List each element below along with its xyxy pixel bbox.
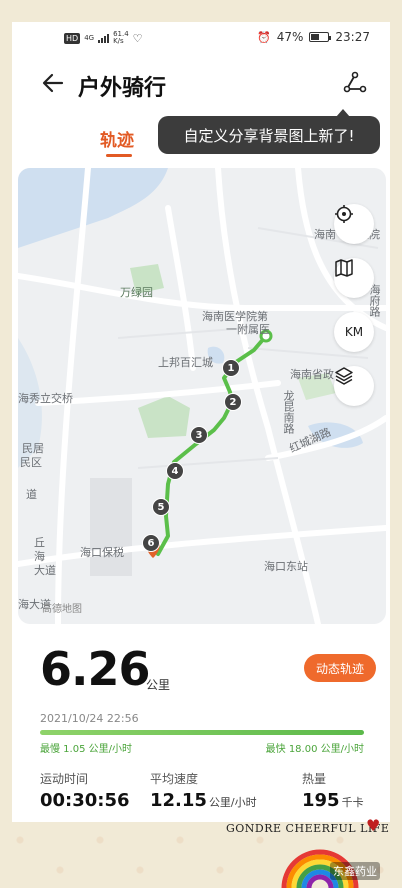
share-tooltip[interactable]: 自定义分享背景图上新了! (158, 109, 380, 154)
speed-gradient-bar (40, 730, 364, 735)
map-label-baoshui: 海口保税 (80, 546, 124, 559)
clock: 23:27 (335, 30, 370, 44)
map-icon (335, 259, 353, 277)
map-label-longkun: 龙昆南路 (282, 390, 295, 434)
km-marker-6: 6 (142, 534, 160, 552)
map-label-minqu: 民区 (20, 456, 42, 469)
km-marker-2: 2 (224, 393, 242, 411)
map-label-hospital-2: 一附属医 (226, 323, 270, 336)
alarm-icon: ⏰ (257, 30, 271, 44)
map-label-shangbang: 上邦百汇城 (158, 356, 213, 369)
km-marker-3: 3 (190, 426, 208, 444)
watermark: 东鑫药业 (330, 862, 380, 880)
avg-speed-value: 12.15 (150, 790, 207, 811)
calories-value: 195 (302, 790, 340, 811)
stat-value-duration: 00:30:56 (40, 790, 130, 811)
brand-slogan: GONDRE CHEERFUL LIFE (226, 822, 390, 835)
map-label-dao: 道 (26, 488, 37, 501)
app-header: 户外骑行 (12, 62, 390, 106)
status-left: HD 4G 61.4 K/s ♡ (64, 31, 143, 45)
km-marker-5: 5 (152, 498, 170, 516)
map-label-dadao: 大道 (34, 564, 56, 577)
stat-label-avg-speed: 平均速度 (150, 772, 199, 786)
stat-label-calories: 热量 (302, 772, 327, 786)
layers-icon (335, 367, 353, 385)
network-type: 4G (84, 33, 95, 42)
phone-screen: HD 4G 61.4 K/s ♡ ⏰ 47% 23:27 户外骑行 轨迹 自定义… (12, 22, 390, 822)
dynamic-track-button[interactable]: 动态轨迹 (304, 654, 376, 682)
map-label-east-station: 海口东站 (264, 560, 308, 573)
net-speed: 61.4 K/s (113, 30, 129, 45)
km-marker-4: 4 (166, 462, 184, 480)
total-distance: 6.26 (40, 642, 150, 696)
heart-decoration-icon: ♥ (366, 816, 381, 835)
share-icon[interactable] (342, 70, 368, 96)
layers-button[interactable] (334, 366, 374, 406)
hd-badge: HD (64, 32, 81, 44)
tab-indicator (106, 154, 132, 157)
stat-value-avg-speed: 12.15 公里/小时 (150, 790, 257, 811)
park-area (138, 396, 190, 438)
stat-value-calories: 195 千卡 (302, 790, 364, 811)
route-map[interactable]: 万绿园 海南医学院第 一附属医 上邦百汇城 海秀立交桥 民居 民区 道 丘 海 … (18, 168, 386, 624)
calories-unit: 千卡 (341, 796, 364, 809)
map-provider: 高德地图 (42, 604, 82, 615)
sea-area (18, 168, 168, 248)
stat-label-duration: 运动时间 (40, 772, 89, 786)
page-title: 户外骑行 (78, 76, 167, 101)
battery-icon (309, 32, 332, 42)
km-marker-1: 1 (222, 359, 240, 377)
duration-value: 00:30:56 (40, 790, 130, 811)
signal-icon (98, 33, 110, 43)
tab-track[interactable]: 轨迹 (100, 126, 134, 151)
fastest-speed: 最快 18.00 公里/小时 (265, 744, 364, 755)
map-label-wanlvyuan: 万绿园 (120, 286, 153, 299)
workout-datetime: 2021/10/24 22:56 (40, 712, 139, 725)
heart-icon: ♡ (132, 31, 143, 45)
back-arrow-icon[interactable] (40, 70, 66, 96)
distance-unit: 公里 (146, 678, 171, 692)
locate-button[interactable] (334, 204, 374, 244)
map-label-provincial-gov: 海南省政 (290, 368, 334, 381)
km-toggle-button[interactable]: KM (334, 312, 374, 352)
status-bar: HD 4G 61.4 K/s ♡ ⏰ 47% 23:27 (12, 22, 390, 54)
status-right: ⏰ 47% 23:27 (257, 30, 370, 44)
map-label-haixiu: 海秀立交桥 (18, 392, 73, 405)
district-block (90, 478, 132, 576)
battery-percent: 47% (276, 30, 304, 44)
map-label-hainan: 海南 (314, 228, 336, 241)
slowest-speed: 最慢 1.05 公里/小时 (40, 744, 132, 755)
avg-speed-unit: 公里/小时 (208, 796, 257, 809)
locate-icon (335, 205, 353, 223)
map-type-button[interactable] (334, 258, 374, 298)
